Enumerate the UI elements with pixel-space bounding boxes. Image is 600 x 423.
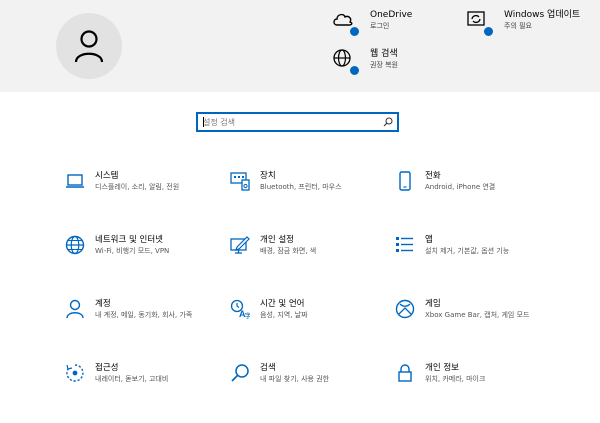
onedrive-status[interactable]: OneDrive 로그인 (332, 9, 413, 37)
tile-desc: 배경, 잠금 화면, 색 (260, 247, 317, 255)
person-icon (65, 299, 85, 319)
lock-icon (395, 363, 415, 383)
svg-text:字: 字 (245, 311, 251, 319)
tile-title: 장치 (260, 171, 276, 181)
search-input[interactable] (198, 114, 378, 130)
tile-title: 시간 및 언어 (260, 299, 305, 309)
tile-desc: Wi-Fi, 비행기 모드, VPN (95, 247, 170, 255)
status-dot (349, 65, 360, 76)
text-caret (203, 117, 204, 127)
globe-icon (332, 48, 360, 76)
tile-desc: 설치 제거, 기본값, 옵션 기능 (425, 247, 510, 255)
phone-icon (395, 171, 415, 191)
user-avatar[interactable] (56, 13, 122, 79)
tile-apps[interactable]: 앱설치 제거, 기본값, 옵션 기능 (395, 235, 575, 257)
apps-list-icon (395, 235, 415, 255)
tile-phone[interactable]: 전화 Android, iPhone 연결 (395, 171, 575, 193)
status-dot (349, 26, 360, 37)
web-search-subtitle: 권장 복원 (370, 61, 398, 69)
tile-desc: 디스플레이, 소리, 알림, 전원 (95, 183, 180, 191)
tile-gaming[interactable]: 게임 Xbox Game Bar, 캡처, 게임 모드 (395, 299, 575, 321)
web-search-status[interactable]: 웹 검색 권장 복원 (332, 48, 398, 76)
tile-privacy[interactable]: 개인 정보위치, 카메라, 마이크 (395, 363, 575, 385)
tile-title: 개인 설정 (260, 235, 294, 245)
tile-desc: Bluetooth, 프린터, 마우스 (260, 183, 342, 191)
search-icon[interactable] (383, 117, 393, 127)
tile-desc: Android, iPhone 연결 (425, 183, 496, 191)
tile-title: 개인 정보 (425, 363, 459, 373)
tile-title: 네트워크 및 인터넷 (95, 235, 163, 245)
tile-time-language[interactable]: A字 시간 및 언어음성, 지역, 날짜 (230, 299, 410, 321)
tile-title: 계정 (95, 299, 111, 309)
tile-network[interactable]: 네트워크 및 인터넷 Wi-Fi, 비행기 모드, VPN (65, 235, 245, 257)
tile-desc: 위치, 카메라, 마이크 (425, 375, 486, 383)
tile-devices[interactable]: 장치 Bluetooth, 프린터, 마우스 (230, 171, 410, 193)
settings-search-box[interactable] (196, 112, 399, 132)
web-search-title: 웹 검색 (370, 49, 398, 59)
xbox-icon (395, 299, 415, 319)
laptop-icon (65, 171, 85, 191)
cloud-icon (332, 9, 360, 37)
tile-system[interactable]: 시스템디스플레이, 소리, 알림, 전원 (65, 171, 245, 193)
person-icon (74, 30, 104, 63)
keyboard-icon (230, 171, 250, 191)
pen-screen-icon (230, 235, 250, 255)
globe-icon (65, 235, 85, 255)
tile-desc: 음성, 지역, 날짜 (260, 311, 308, 319)
tile-search[interactable]: 검색내 파일 찾기, 사용 권한 (230, 363, 410, 385)
windows-update-subtitle: 주의 필요 (504, 22, 532, 30)
status-dot (483, 26, 494, 37)
tile-title: 게임 (425, 299, 441, 309)
tile-title: 앱 (425, 235, 433, 245)
time-language-icon: A字 (230, 299, 250, 319)
tile-desc: Xbox Game Bar, 캡처, 게임 모드 (425, 311, 530, 319)
tile-accounts[interactable]: 계정내 계정, 메일, 동기화, 회사, 가족 (65, 299, 245, 321)
windows-update-status[interactable]: Windows 업데이트 주의 필요 (466, 9, 581, 37)
tile-title: 전화 (425, 171, 441, 181)
tile-personalization[interactable]: 개인 설정배경, 잠금 화면, 색 (230, 235, 410, 257)
onedrive-title: OneDrive (370, 10, 413, 20)
onedrive-subtitle: 로그인 (370, 22, 390, 30)
tile-title: 시스템 (95, 171, 119, 181)
tile-desc: 내 파일 찾기, 사용 권한 (260, 375, 330, 383)
search-icon (230, 363, 250, 383)
accessibility-icon (65, 363, 85, 383)
windows-update-title: Windows 업데이트 (504, 10, 581, 20)
tile-accessibility[interactable]: 접근성내레이터, 돋보기, 고대비 (65, 363, 245, 385)
tile-title: 검색 (260, 363, 276, 373)
update-icon (466, 9, 494, 37)
tile-desc: 내레이터, 돋보기, 고대비 (95, 375, 169, 383)
tile-title: 접근성 (95, 363, 119, 373)
tile-desc: 내 계정, 메일, 동기화, 회사, 가족 (95, 311, 193, 319)
